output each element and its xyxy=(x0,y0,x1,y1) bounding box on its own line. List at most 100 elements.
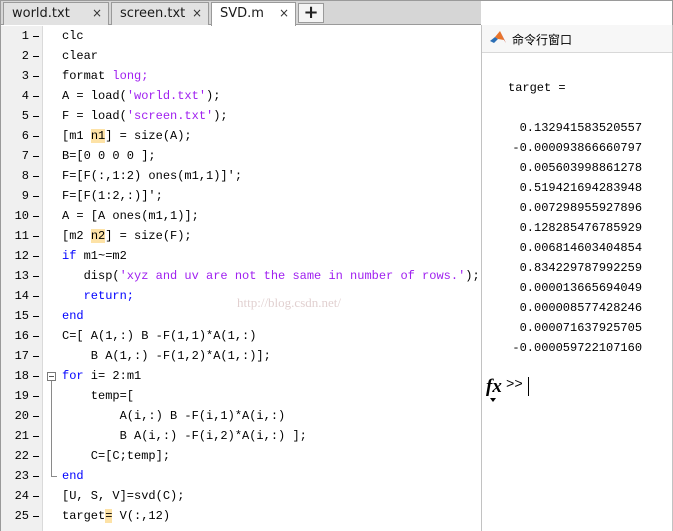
code-token: C=[ A(1,:) B -F(1,1)*A(1,:) xyxy=(62,329,257,343)
breakpoint-dash[interactable] xyxy=(33,236,39,237)
code-line[interactable]: C=[C;temp]; xyxy=(62,446,170,466)
code-line[interactable]: A(i,:) B -F(i,1)*A(i,:) xyxy=(62,406,286,426)
code-token: ] = size(F); xyxy=(105,229,192,243)
breakpoint-dash[interactable] xyxy=(33,56,39,57)
add-tab-button[interactable]: + xyxy=(298,3,324,23)
breakpoint-dash[interactable] xyxy=(33,76,39,77)
chevron-down-icon[interactable] xyxy=(490,398,496,402)
function-browser-icon[interactable]: fx xyxy=(486,376,502,398)
code-line[interactable]: for i= 2:m1 xyxy=(62,366,141,386)
code-line[interactable]: clc xyxy=(62,26,84,46)
code-line[interactable]: [U, S, V]=svd(C); xyxy=(62,486,184,506)
close-icon[interactable]: × xyxy=(279,6,289,20)
line-number: 22 xyxy=(14,449,29,463)
code-line[interactable]: A = load('world.txt'); xyxy=(62,86,220,106)
breakpoint-dash[interactable] xyxy=(33,456,39,457)
code-line[interactable]: clear xyxy=(62,46,98,66)
command-window[interactable]: 命令行窗口 target = 0.132941583520557 -0.0000… xyxy=(481,25,673,531)
code-line[interactable]: B A(i,:) -F(i,2)*A(i,:) ]; xyxy=(62,426,307,446)
code-token: m1~=m2 xyxy=(76,249,127,263)
tab-world-txt[interactable]: world.txt × xyxy=(3,2,109,25)
breakpoint-dash[interactable] xyxy=(33,256,39,257)
code-line[interactable]: if m1~=m2 xyxy=(62,246,127,266)
fold-guide xyxy=(51,381,52,476)
code-line[interactable]: [m1 n1] = size(A); xyxy=(62,126,192,146)
code-line[interactable]: format long; xyxy=(62,66,148,86)
code-editor[interactable]: 1 2 3 4 5 6 7 8 9 10 11 12 13 14 15 16 17 18 19 20 21 22 23 24 2… xyxy=(1,26,481,531)
breakpoint-dash[interactable] xyxy=(33,496,39,497)
line-number-gutter: 1 2 3 4 5 6 7 8 9 10 11 12 13 14 15 16 17 18 19 20 21 22 23 24 2… xyxy=(1,26,43,531)
line-number: 4 xyxy=(21,89,29,103)
code-area[interactable]: clc clear format long; A = load('world.txt'… xyxy=(62,26,480,531)
line-number: 24 xyxy=(14,489,29,503)
code-line[interactable]: end xyxy=(62,306,84,326)
code-line[interactable]: disp('xyz and uv are not the same in num… xyxy=(62,266,480,286)
breakpoint-dash[interactable] xyxy=(33,156,39,157)
text-caret[interactable] xyxy=(528,377,529,396)
code-token: temp=[ xyxy=(62,389,135,403)
keyword-token: end xyxy=(62,309,84,323)
close-icon[interactable]: × xyxy=(92,6,102,20)
tab-screen-txt[interactable]: screen.txt × xyxy=(111,2,209,25)
code-token: ); xyxy=(465,269,480,283)
code-line[interactable]: C=[ A(1,:) B -F(1,1)*A(1,:) xyxy=(62,326,256,346)
breakpoint-dash[interactable] xyxy=(33,336,39,337)
code-line[interactable]: target= V(:,12) xyxy=(62,506,170,526)
keyword-token: for xyxy=(62,369,84,383)
breakpoint-dash[interactable] xyxy=(33,516,39,517)
breakpoint-dash[interactable] xyxy=(33,136,39,137)
output-value: 0.000008577428246 xyxy=(498,301,643,315)
code-token: V(:,12) xyxy=(112,509,171,523)
line-number: 3 xyxy=(21,69,29,83)
string-token: 'xyz and uv are not the same in number o… xyxy=(119,269,466,283)
tab-label: world.txt xyxy=(12,6,70,21)
code-line[interactable]: end xyxy=(62,466,84,486)
line-number: 16 xyxy=(14,329,29,343)
code-token: A(i,:) B -F(i,1)*A(i,:) xyxy=(62,409,286,423)
breakpoint-dash[interactable] xyxy=(33,196,39,197)
line-number: 9 xyxy=(21,189,29,203)
code-line[interactable]: A = [A ones(m1,1)]; xyxy=(62,206,199,226)
breakpoint-dash[interactable] xyxy=(33,436,39,437)
breakpoint-dash[interactable] xyxy=(33,36,39,37)
keyword-token: end xyxy=(62,469,84,483)
matlab-logo-icon xyxy=(490,31,506,43)
code-line[interactable]: F = load('screen.txt'); xyxy=(62,106,228,126)
line-number: 17 xyxy=(14,349,29,363)
breakpoint-dash[interactable] xyxy=(33,416,39,417)
code-line[interactable]: B=[0 0 0 0 ]; xyxy=(62,146,156,166)
command-window-titlebar: 命令行窗口 xyxy=(482,25,672,53)
code-line[interactable]: [m2 n2] = size(F); xyxy=(62,226,192,246)
command-window-title: 命令行窗口 xyxy=(512,33,573,47)
breakpoint-dash[interactable] xyxy=(33,296,39,297)
breakpoint-dash[interactable] xyxy=(33,376,39,377)
code-token: ); xyxy=(213,109,228,123)
line-number: 18 xyxy=(14,369,29,383)
tab-svd-m[interactable]: SVD.m × xyxy=(211,2,296,26)
breakpoint-dash[interactable] xyxy=(33,96,39,97)
code-line[interactable]: return; xyxy=(62,286,134,306)
line-number: 5 xyxy=(21,109,29,123)
code-line[interactable]: temp=[ xyxy=(62,386,134,406)
line-number: 6 xyxy=(21,129,29,143)
line-number: 19 xyxy=(14,389,29,403)
tab-label: SVD.m xyxy=(220,6,264,21)
line-number: 13 xyxy=(14,269,29,283)
breakpoint-dash[interactable] xyxy=(33,316,39,317)
code-line[interactable]: B A(1,:) -F(1,2)*A(1,:)]; xyxy=(62,346,271,366)
breakpoint-dash[interactable] xyxy=(33,276,39,277)
breakpoint-dash[interactable] xyxy=(33,216,39,217)
breakpoint-dash[interactable] xyxy=(33,176,39,177)
output-value: 0.000071637925705 xyxy=(498,321,643,335)
code-token: clear xyxy=(62,49,99,63)
close-icon[interactable]: × xyxy=(192,6,202,20)
breakpoint-dash[interactable] xyxy=(33,356,39,357)
code-line[interactable]: F=[F(1:2,:)]'; xyxy=(62,186,163,206)
breakpoint-dash[interactable] xyxy=(33,116,39,117)
fold-toggle-icon[interactable] xyxy=(47,372,56,381)
code-line[interactable]: F=[F(:,1:2) ones(m1,1)]'; xyxy=(62,166,242,186)
line-number: 2 xyxy=(21,49,29,63)
breakpoint-dash[interactable] xyxy=(33,396,39,397)
highlighted-token: n1 xyxy=(90,129,106,143)
breakpoint-dash[interactable] xyxy=(33,476,39,477)
